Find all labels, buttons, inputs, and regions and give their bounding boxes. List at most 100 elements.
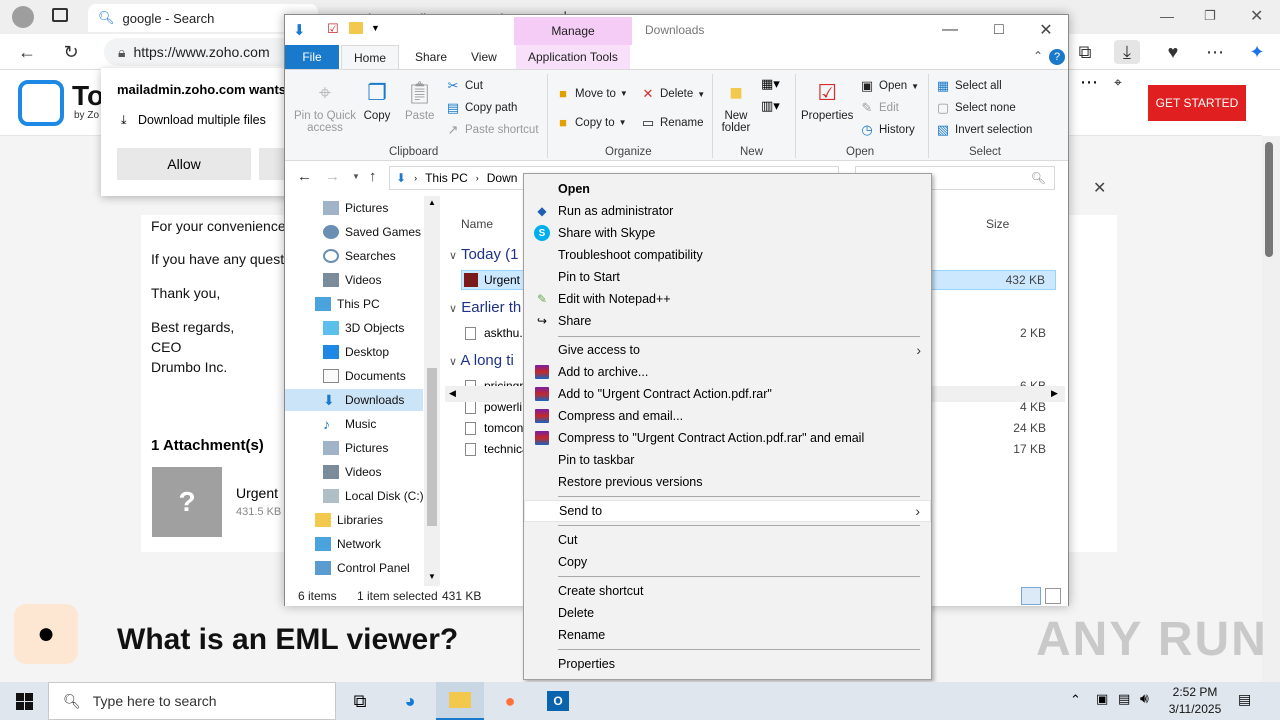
tab-share[interactable]: Share [403,45,459,69]
outlook-icon[interactable]: O [534,682,582,720]
nav-item-local-disk[interactable]: Local Disk (C:) [323,485,424,507]
group-earlier[interactable]: ∨ Earlier th [449,299,521,316]
menu-item-give-access[interactable]: Give access to › [524,339,931,361]
invert-selection-button[interactable]: ▧ Invert selection [935,122,1033,138]
menu-item-run-as-admin[interactable]: ◆ Run as administrator [524,200,931,222]
notifications-icon[interactable]: ▤ [1238,691,1251,708]
nav-item-downloads[interactable]: ⬇︎ Downloads [323,389,404,411]
new-folder-icon[interactable] [349,22,363,34]
nav-item-desktop[interactable]: Desktop [323,341,389,363]
back-icon[interactable]: ← [297,168,312,185]
nav-item-saved-games[interactable]: Saved Games [323,221,421,243]
address-bar[interactable]: 🔒︎ https://www.zoho.com [104,38,294,66]
tab-application-tools[interactable]: Application Tools [516,45,630,69]
taskbar-search-input[interactable]: 🔍︎ Type here to search [48,682,336,720]
menu-item-delete[interactable]: Delete [524,602,931,624]
minimize-icon[interactable]: — [1160,8,1174,24]
restore-icon[interactable]: ❐ [1204,8,1216,24]
page-more-icon[interactable]: ⋯ [1080,72,1098,93]
site-logo-icon[interactable] [18,80,64,126]
nav-scrollbar-thumb[interactable] [427,368,437,526]
edit-button[interactable]: ✎ Edit [859,100,899,116]
nav-item-pictures-2[interactable]: Pictures [323,437,388,459]
scroll-left-icon[interactable]: ◀ [449,388,456,399]
menu-item-restore-versions[interactable]: Restore previous versions [524,471,931,493]
attachment-name[interactable]: Urgent [236,485,278,501]
copilot-icon[interactable]: ✦ [1244,40,1270,64]
attachment-thumbnail[interactable]: ? [152,467,222,537]
recent-locations-icon[interactable]: ▼ [352,172,360,181]
start-button[interactable] [0,682,48,720]
copy-path-button[interactable]: ▤ Copy path [445,100,518,116]
minimize-icon[interactable]: — [935,19,965,41]
maximize-icon[interactable]: □ [984,19,1014,41]
volume-icon[interactable]: 🔊︎ [1140,690,1149,707]
quick-access-down-icon[interactable]: ⬇︎ [293,21,306,39]
downloads-icon[interactable]: ⤓ [1114,40,1140,64]
tab-file[interactable]: File [285,45,339,69]
nav-item-this-pc[interactable]: This PC [315,293,380,315]
refresh-icon[interactable]: ↻ [58,40,84,64]
breadcrumb-this-pc[interactable]: This PC [425,171,468,185]
nav-item-music[interactable]: ♪ Music [323,413,376,435]
easy-access-icon[interactable]: ▥▾ [761,98,780,114]
task-view-icon[interactable]: ⧉ [336,682,384,720]
menu-item-compress-email[interactable]: Compress and email... [524,405,931,427]
menu-item-cut[interactable]: Cut [524,529,931,551]
nav-item-videos-2[interactable]: Videos [323,461,381,483]
group-long-time-ago[interactable]: ∨ A long ti [449,352,514,369]
tab-actions-icon[interactable] [52,8,68,22]
file-explorer-taskbar-icon[interactable] [436,682,484,720]
close-icon[interactable]: ✕ [1093,178,1106,198]
up-icon[interactable]: ↑ [369,168,377,185]
menu-item-create-shortcut[interactable]: Create shortcut [524,580,931,602]
history-button[interactable]: ◷ History [859,122,914,138]
pin-icon[interactable]: ⌖ [1114,74,1122,91]
menu-item-pin-taskbar[interactable]: Pin to taskbar [524,449,931,471]
move-to-button[interactable]: ■ Move to ▼ [555,86,628,101]
group-today[interactable]: ∨ Today (1 [449,246,519,263]
properties-check-icon[interactable]: ☑ [327,21,339,37]
nav-item-searches[interactable]: Searches [323,245,396,267]
details-view-icon[interactable] [1021,587,1041,605]
menu-item-open[interactable]: Open [524,178,931,200]
tab-view[interactable]: View [459,45,509,69]
paste-button[interactable]: 📋︎ Paste [405,78,434,123]
scroll-up-icon[interactable]: ▲ [428,198,436,207]
open-button[interactable]: ▣ Open ▼ [859,78,919,94]
cut-button[interactable]: ✂︎ Cut [445,78,483,94]
site-title[interactable]: To [72,80,104,112]
help-icon[interactable]: ? [1049,49,1065,65]
nav-item-control-panel[interactable]: Control Panel [315,557,410,579]
scroll-down-icon[interactable]: ▼ [428,572,436,581]
menu-item-share[interactable]: ↪ Share [524,310,931,332]
menu-item-rename[interactable]: Rename [524,624,931,646]
copy-to-button[interactable]: ■ Copy to ▼ [555,115,627,130]
properties-button[interactable]: ☑ Properties [801,78,853,123]
menu-item-add-to-rar[interactable]: Add to "Urgent Contract Action.pdf.rar" [524,383,931,405]
nav-item-libraries[interactable]: Libraries [315,509,383,531]
menu-item-send-to[interactable]: Send to › [524,500,931,522]
pin-quick-access-button[interactable]: ⌖ Pin to Quick access [290,78,360,135]
extensions-icon[interactable]: ⧉ [1072,40,1098,64]
paste-shortcut-button[interactable]: ↗ Paste shortcut [445,122,539,138]
menu-item-pin-start[interactable]: Pin to Start [524,266,931,288]
firefox-icon[interactable]: ● [486,682,534,720]
chevron-down-icon[interactable]: ▼ [371,23,380,33]
menu-item-add-archive[interactable]: Add to archive... [524,361,931,383]
nav-item-documents[interactable]: Documents [323,365,406,387]
security-icon[interactable]: ▣ [1096,691,1108,707]
copy-button[interactable]: ❐ Copy [363,78,391,123]
nav-item-pictures[interactable]: Pictures [323,197,388,219]
column-name[interactable]: Name [461,217,493,231]
close-icon[interactable]: ✕ [1250,6,1263,26]
nav-item-videos[interactable]: Videos [323,269,381,291]
tab-home[interactable]: Home [341,45,400,69]
profile-avatar[interactable] [12,6,34,28]
new-item-icon[interactable]: ▦▾ [761,76,780,92]
nav-item-network[interactable]: Network [315,533,381,555]
more-menu-icon[interactable]: ⋯ [1202,40,1228,64]
new-folder-button[interactable]: ■ New folder [720,78,752,135]
menu-item-troubleshoot[interactable]: Troubleshoot compatibility [524,244,931,266]
scroll-right-icon[interactable]: ▶ [1051,388,1058,399]
